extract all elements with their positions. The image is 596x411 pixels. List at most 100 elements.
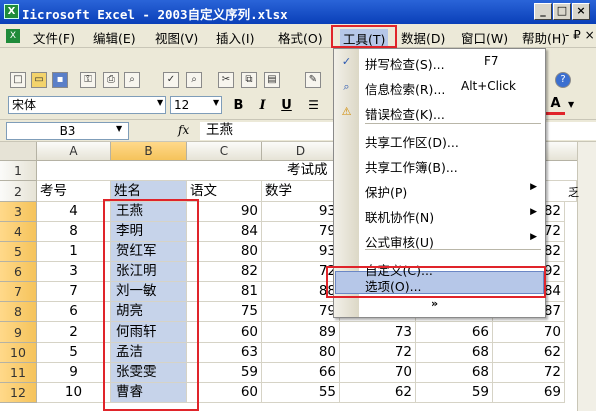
row-header[interactable]: 10	[0, 343, 37, 363]
cell-math[interactable]: 80	[262, 343, 340, 363]
cell-math[interactable]: 93	[262, 202, 340, 222]
row-header[interactable]: 9	[0, 322, 37, 343]
header-cell[interactable]: 数学	[262, 181, 340, 202]
cell-e[interactable]: 72	[340, 343, 416, 363]
cell-g[interactable]: 72	[493, 363, 565, 383]
menu-format[interactable]: 格式(O)	[278, 28, 323, 47]
cell-math[interactable]: 79	[262, 302, 340, 322]
chevron-down-icon[interactable]: ▼	[568, 100, 574, 109]
print-preview-icon[interactable]: ⌕	[124, 72, 140, 88]
minimize-button[interactable]: _	[534, 3, 552, 20]
restore-window-icon[interactable]: - ₽ ×	[565, 28, 595, 42]
cell-id[interactable]: 2	[37, 322, 111, 343]
copy-icon[interactable]: ⧉	[241, 72, 257, 88]
permission-icon[interactable]: ⚿	[80, 72, 96, 88]
font-name-select[interactable]: 宋体	[8, 96, 166, 114]
workbook-icon[interactable]: X	[6, 29, 20, 43]
cell-e[interactable]: 73	[340, 322, 416, 343]
row-header[interactable]: 5	[0, 242, 37, 262]
menu-item-label: 共享工作区(D)...	[365, 135, 459, 150]
row-header[interactable]: 4	[0, 222, 37, 242]
row-header[interactable]: 8	[0, 302, 37, 322]
research-toolbar-icon[interactable]: ⌕	[186, 72, 202, 88]
spelling-icon[interactable]: ✓	[163, 72, 179, 88]
row-header[interactable]: 7	[0, 282, 37, 302]
row-header[interactable]: 6	[0, 262, 37, 282]
cut-icon[interactable]: ✂	[218, 72, 234, 88]
align-left-icon[interactable]: ☰	[304, 96, 323, 115]
tools-menu-item[interactable]: ⌕ 信息检索(R)... Alt+Click	[334, 74, 545, 99]
col-header-c[interactable]: C	[187, 142, 262, 161]
font-color-button[interactable]: A	[546, 96, 565, 115]
cell-id[interactable]: 1	[37, 242, 111, 262]
tools-menu-item[interactable]: 联机协作(N) ▶	[334, 202, 545, 227]
cell-f[interactable]: 68	[416, 343, 493, 363]
cell-id[interactable]: 10	[37, 383, 111, 403]
research-icon: ⌕	[343, 80, 350, 93]
menu-edit[interactable]: 编辑(E)	[93, 28, 136, 47]
new-icon[interactable]: □	[10, 72, 26, 88]
vertical-scrollbar[interactable]	[577, 142, 596, 411]
fx-label[interactable]: fx	[178, 123, 189, 137]
header-cell[interactable]: 考号	[37, 181, 111, 202]
chevron-down-icon[interactable]: ▼	[213, 98, 219, 107]
row-header[interactable]: 2	[0, 181, 37, 202]
chevron-down-icon[interactable]: ▼	[157, 98, 163, 107]
cell-math[interactable]: 93	[262, 242, 340, 262]
tools-menu-item[interactable]: 共享工作簿(B)...	[334, 152, 545, 177]
cell-id[interactable]: 5	[37, 343, 111, 363]
cell-id[interactable]: 7	[37, 282, 111, 302]
cell-f[interactable]: 59	[416, 383, 493, 403]
close-button[interactable]: ×	[572, 3, 590, 20]
underline-button[interactable]: U	[277, 96, 296, 115]
select-all-corner[interactable]	[0, 142, 37, 161]
name-box[interactable]: B3	[6, 122, 129, 140]
menu-separator	[365, 123, 541, 124]
menu-insert[interactable]: 插入(I)	[216, 28, 254, 47]
cell-id[interactable]: 3	[37, 262, 111, 282]
cell-g[interactable]: 70	[493, 322, 565, 343]
cell-id[interactable]: 9	[37, 363, 111, 383]
cell-id[interactable]: 8	[37, 222, 111, 242]
cell-e[interactable]: 70	[340, 363, 416, 383]
paste-icon[interactable]: ▤	[264, 72, 280, 88]
cell-f[interactable]: 68	[416, 363, 493, 383]
bold-button[interactable]: B	[229, 96, 248, 115]
menu-view[interactable]: 视图(V)	[155, 28, 198, 47]
save-icon[interactable]: ▪	[52, 72, 68, 88]
open-icon[interactable]: ▭	[31, 72, 47, 88]
cell-math[interactable]: 89	[262, 322, 340, 343]
maximize-button[interactable]: □	[553, 3, 571, 20]
tools-menu-item[interactable]: ✓ 拼写检查(S)... F7	[334, 49, 545, 74]
cell-math[interactable]: 79	[262, 222, 340, 242]
cell-f[interactable]: 66	[416, 322, 493, 343]
cell-id[interactable]: 4	[37, 202, 111, 222]
menu-window[interactable]: 窗口(W)	[461, 28, 508, 47]
col-header-b[interactable]: B	[111, 142, 187, 161]
options-red-box	[326, 266, 546, 298]
cell-g[interactable]: 62	[493, 343, 565, 363]
double-chevron-down-icon[interactable]: »	[431, 297, 438, 310]
row-header[interactable]: 3	[0, 202, 37, 222]
menu-data[interactable]: 数据(D)	[401, 28, 445, 47]
menu-file[interactable]: 文件(F)	[33, 28, 75, 47]
cell-g[interactable]: 69	[493, 383, 565, 403]
cell-id[interactable]: 6	[37, 302, 111, 322]
format-painter-icon[interactable]: ✎	[305, 72, 321, 88]
col-header-d[interactable]: D	[262, 142, 340, 161]
row-header[interactable]: 11	[0, 363, 37, 383]
tools-menu-item[interactable]: 保护(P) ▶	[334, 177, 545, 202]
chevron-down-icon[interactable]: ▼	[116, 124, 122, 133]
tools-menu-item[interactable]: 共享工作区(D)...	[334, 127, 545, 152]
cell-e[interactable]: 62	[340, 383, 416, 403]
row-header[interactable]: 12	[0, 383, 37, 403]
cell-math[interactable]: 55	[262, 383, 340, 403]
help-icon[interactable]: ?	[555, 72, 571, 88]
col-header-a[interactable]: A	[37, 142, 111, 161]
cell-math[interactable]: 66	[262, 363, 340, 383]
row-header[interactable]: 1	[0, 161, 37, 181]
menu-help[interactable]: 帮助(H)	[522, 28, 566, 47]
print-icon[interactable]: ⎙	[103, 72, 119, 88]
tools-menu-item[interactable]: ⚠ 错误检查(K)...	[334, 99, 545, 124]
italic-button[interactable]: I	[253, 96, 272, 115]
